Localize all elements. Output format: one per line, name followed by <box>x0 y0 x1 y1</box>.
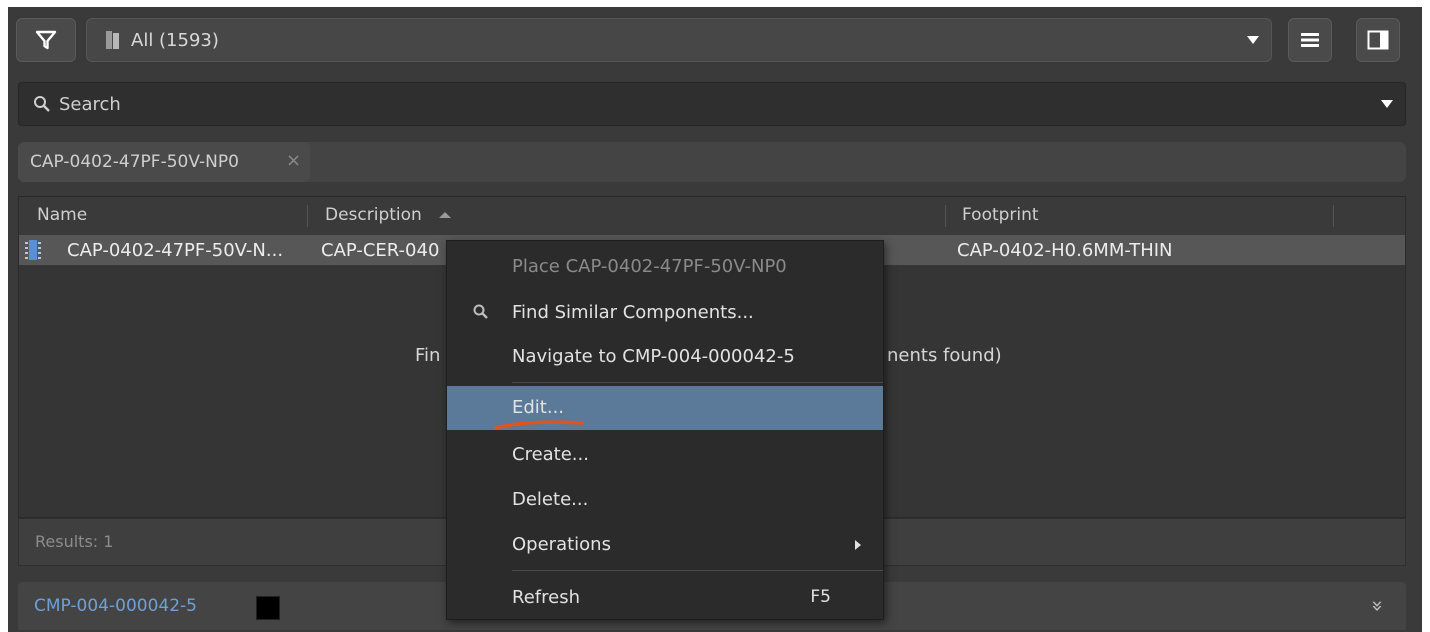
chevron-down-icon <box>1247 36 1259 44</box>
column-divider[interactable] <box>1333 205 1334 227</box>
search-input[interactable]: Search <box>18 82 1406 126</box>
column-header-footprint[interactable]: Footprint <box>962 205 1039 225</box>
filter-button[interactable] <box>16 18 76 62</box>
chevron-down-icon[interactable] <box>1381 100 1393 108</box>
sort-ascending-icon <box>439 212 451 218</box>
menu-item-label: Navigate to CMP-004-000042-5 <box>512 346 795 367</box>
list-view-button[interactable] <box>1288 18 1332 62</box>
library-filter-label: All (1593) <box>131 30 219 51</box>
menu-item-find-similar[interactable]: Find Similar Components... <box>447 291 883 335</box>
search-icon <box>473 304 488 319</box>
color-swatch <box>256 596 280 620</box>
cell-footprint: CAP-0402-H0.6MM-THIN <box>957 240 1173 261</box>
menu-separator <box>512 570 883 571</box>
grid-header: Name Description Footprint <box>19 197 1405 236</box>
panel-view-button[interactable] <box>1356 18 1400 62</box>
menu-item-navigate[interactable]: Navigate to CMP-004-000042-5 <box>447 335 883 379</box>
cell-description: CAP-CER-040 <box>321 240 440 261</box>
menu-item-create[interactable]: Create... <box>447 433 883 477</box>
grid-message-right: nents found) <box>887 345 1002 366</box>
annotation-underline <box>494 420 584 430</box>
menu-item-delete[interactable]: Delete... <box>447 478 883 522</box>
menu-item-label: Delete... <box>512 489 589 510</box>
menu-item-label: Create... <box>512 444 589 465</box>
search-placeholder: Search <box>59 94 121 115</box>
menu-item-operations[interactable]: Operations <box>447 523 883 567</box>
menu-item-place: Place CAP-0402-47PF-50V-NP0 <box>447 245 883 289</box>
library-icon <box>106 31 119 49</box>
menu-item-label: Refresh <box>512 587 580 608</box>
column-header-description[interactable]: Description <box>325 205 422 225</box>
menu-item-label: Edit... <box>512 397 565 418</box>
results-count: Results: 1 <box>35 532 114 551</box>
component-id-link[interactable]: CMP-004-000042-5 <box>34 596 197 616</box>
filter-chip[interactable]: CAP-0402-47PF-50V-NP0 × <box>18 142 310 182</box>
active-filters-bar: CAP-0402-47PF-50V-NP0 × <box>18 142 1406 182</box>
panel-view-icon <box>1367 30 1389 50</box>
menu-item-label: Find Similar Components... <box>512 302 754 323</box>
grid-message-left: Fin <box>415 345 441 366</box>
library-selector[interactable]: All (1593) <box>86 18 1272 62</box>
cell-name: CAP-0402-47PF-50V-N... <box>67 240 284 261</box>
component-icon <box>25 240 41 260</box>
expand-icon[interactable]: » <box>1366 600 1390 612</box>
menu-item-label: Operations <box>512 534 611 555</box>
menu-separator <box>512 382 883 383</box>
submenu-arrow-icon <box>855 540 861 550</box>
search-icon <box>34 96 50 112</box>
menu-item-refresh[interactable]: Refresh F5 <box>447 576 883 620</box>
column-header-name[interactable]: Name <box>37 205 87 225</box>
filter-chip-label: CAP-0402-47PF-50V-NP0 <box>30 152 239 172</box>
close-icon[interactable]: × <box>286 150 301 171</box>
column-divider[interactable] <box>307 205 308 227</box>
list-view-icon <box>1301 33 1319 47</box>
menu-item-label: Place CAP-0402-47PF-50V-NP0 <box>512 256 787 277</box>
column-divider[interactable] <box>945 205 946 227</box>
filter-icon <box>35 30 57 50</box>
shortcut-label: F5 <box>810 587 831 607</box>
